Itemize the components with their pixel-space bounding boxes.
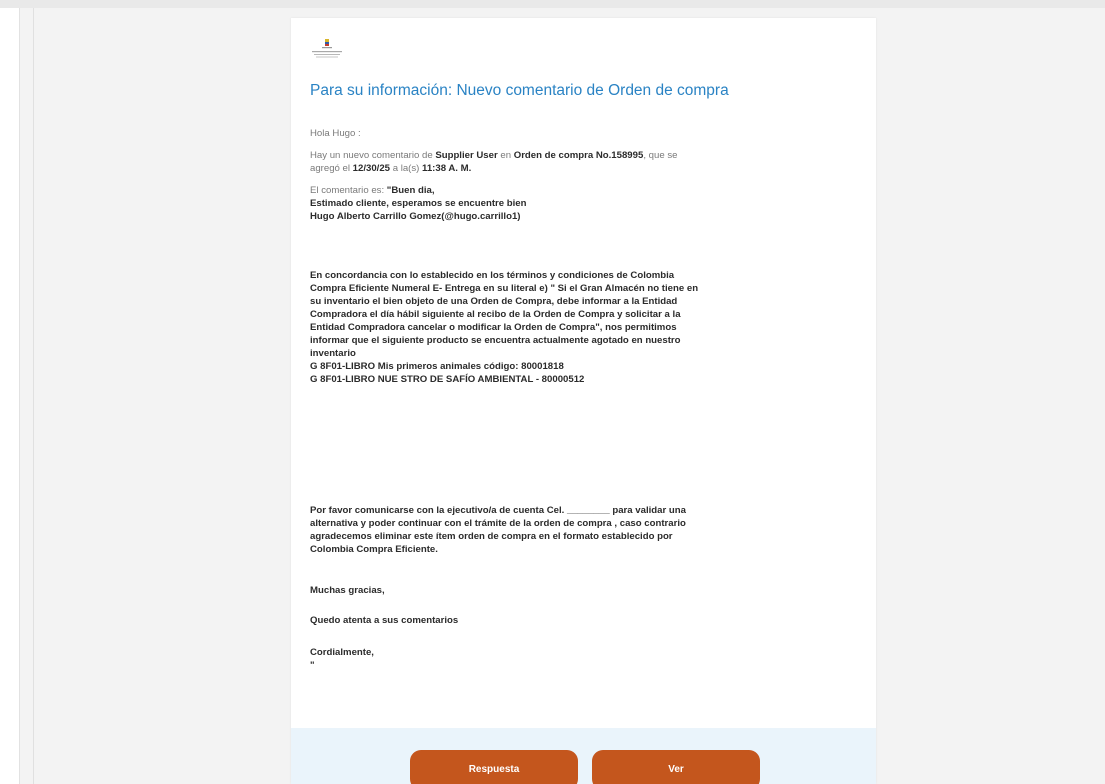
comment-line-14: agradecemos eliminar este ítem orden de … [310, 531, 673, 542]
comment-line-17: Quedo atenta a sus comentarios [310, 615, 459, 626]
comment-line-12: Por favor comunicarse con la ejecutivo/a… [310, 505, 686, 516]
left-panel-frame [0, 8, 20, 784]
greeting-text: Hola Hugo : [310, 128, 361, 139]
email-title: Para su información: Nuevo comentario de… [310, 82, 729, 99]
comment-time: 11:38 A. M. [422, 163, 472, 174]
view-button[interactable]: Ver [592, 750, 760, 784]
comment-line-3: En concordancia con lo establecido en lo… [310, 270, 675, 281]
left-divider [33, 8, 34, 784]
comment-line-0: El comentario es: "Buen dia, [310, 185, 435, 196]
comment-date: 12/30/25 [352, 163, 391, 174]
browser-top-bar [0, 0, 1105, 8]
comment-line-16: Muchas gracias, [310, 585, 385, 596]
comment-line-5: su inventario el bien objeto de una Orde… [310, 296, 678, 307]
notice-line-1: Hay un nuevo comentario de Supplier User… [310, 150, 678, 161]
comment-author: Supplier User [435, 150, 498, 161]
comment-line-18: Cordialmente, [310, 647, 374, 658]
comment-line-15: Colombia Compra Eficiente. [310, 544, 438, 555]
comment-line-6: Compradora el día hábil siguiente al rec… [310, 309, 681, 320]
comment-line-1: Estimado cliente, esperamos se encuentre… [310, 198, 527, 209]
comment-line-4: Compra Eficiente Numeral E- Entrega en s… [310, 283, 699, 294]
government-seal-logo [312, 39, 342, 58]
email-card: Para su información: Nuevo comentario de… [291, 18, 876, 784]
comment-line-19: " [310, 660, 315, 671]
action-footer: Respuesta Ver [291, 728, 876, 784]
comment-line-13: alternativa y poder continuar con el trá… [310, 518, 686, 529]
comment-line-2: Hugo Alberto Carrillo Gomez(@hugo.carril… [310, 211, 521, 222]
notice-line-2: agregó el 12/30/25 a la(s) 11:38 A. M. [310, 163, 472, 174]
comment-line-8: informar que el siguiente producto se en… [310, 335, 681, 346]
comment-label: El comentario es: [310, 185, 387, 196]
order-number: Orden de compra No.158995 [513, 150, 644, 161]
comment-line-10: G 8F01-LIBRO Mis primeros animales códig… [310, 361, 564, 372]
comment-line-9: inventario [310, 348, 356, 359]
reply-button[interactable]: Respuesta [410, 750, 578, 784]
comment-line-11: G 8F01-LIBRO NUE STRO DE SAFÍO AMBIENTAL… [310, 374, 585, 385]
comment-line-7: Entidad Compradora cancelar o modificar … [310, 322, 677, 333]
